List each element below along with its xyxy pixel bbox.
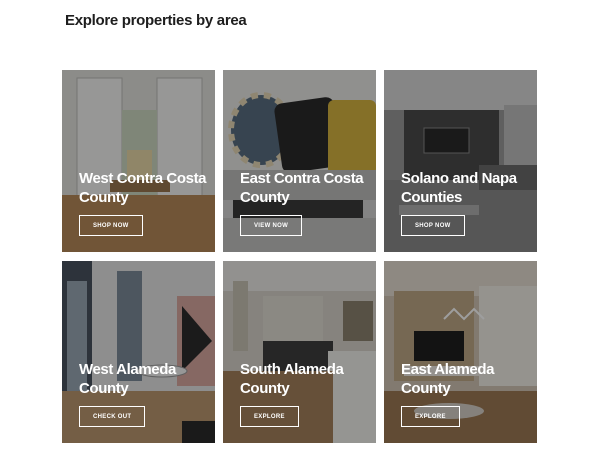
check-out-button[interactable]: CHECK OUT bbox=[79, 406, 146, 427]
area-card-east-alameda[interactable]: East Alameda County EXPLORE bbox=[384, 261, 537, 443]
card-label: East Alameda County bbox=[401, 361, 495, 397]
card-label: West Alameda County bbox=[79, 361, 176, 397]
area-card-west-alameda[interactable]: West Alameda County CHECK OUT bbox=[62, 261, 215, 443]
view-now-button[interactable]: VIEW NOW bbox=[240, 215, 303, 236]
shop-now-button[interactable]: SHOP NOW bbox=[401, 215, 465, 236]
area-card-west-contra-costa[interactable]: West Contra Costa County SHOP NOW bbox=[62, 70, 215, 252]
area-grid: West Contra Costa County SHOP NOW East C… bbox=[0, 0, 600, 453]
area-card-solano-napa[interactable]: Solano and Napa Counties SHOP NOW bbox=[384, 70, 537, 252]
shop-now-button[interactable]: SHOP NOW bbox=[79, 215, 143, 236]
area-card-east-contra-costa[interactable]: East Contra Costa County VIEW NOW bbox=[223, 70, 376, 252]
card-label: Solano and Napa Counties bbox=[401, 170, 517, 206]
card-label: South Alameda County bbox=[240, 361, 344, 397]
area-card-south-alameda[interactable]: South Alameda County EXPLORE bbox=[223, 261, 376, 443]
explore-button[interactable]: EXPLORE bbox=[240, 406, 299, 427]
card-label: West Contra Costa County bbox=[79, 170, 207, 206]
card-label: East Contra Costa County bbox=[240, 170, 364, 206]
explore-button[interactable]: EXPLORE bbox=[401, 406, 460, 427]
